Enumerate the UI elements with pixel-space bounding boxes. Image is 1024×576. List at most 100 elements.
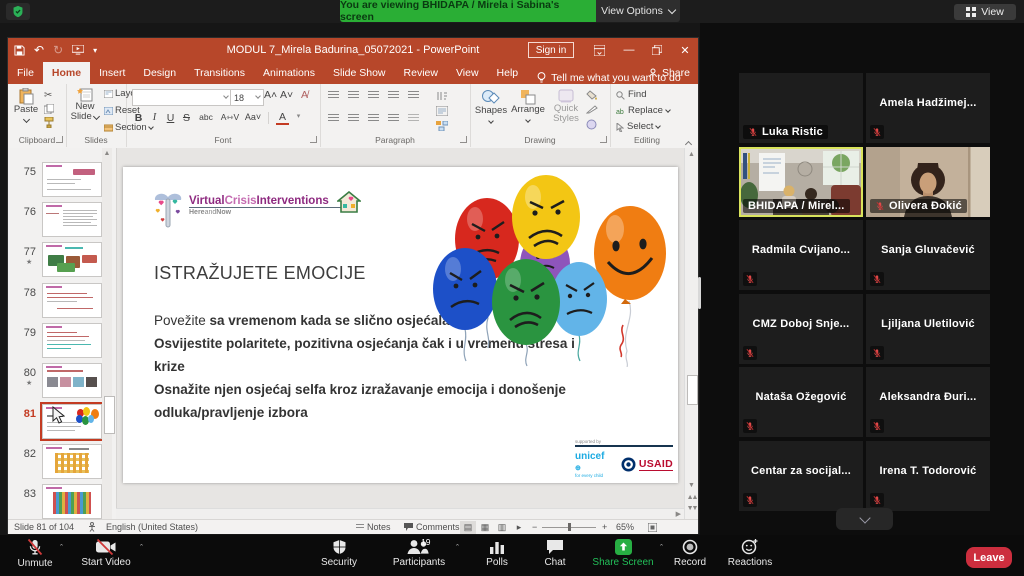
comments-button[interactable]: Comments <box>404 520 460 534</box>
paragraph-dialog-launcher[interactable] <box>460 136 467 143</box>
scroll-up-icon[interactable]: ▲ <box>685 151 698 158</box>
participant-tile-aleksandra[interactable]: Aleksandra Đuri... <box>866 367 990 437</box>
tab-design[interactable]: Design <box>134 62 185 84</box>
participant-tile-natasa[interactable]: Nataša Ožegović <box>739 367 863 437</box>
tab-home[interactable]: Home <box>43 62 90 84</box>
find-button[interactable]: Find <box>616 90 646 100</box>
fit-slide-to-window-icon[interactable] <box>648 520 657 534</box>
justify-icon[interactable] <box>388 114 399 122</box>
slide-sorter-view-button[interactable]: ▦ <box>477 521 493 534</box>
participant-tile-amela[interactable]: Amela Hadžimej... <box>866 73 990 143</box>
meeting-security-shield-icon[interactable] <box>6 3 30 20</box>
shrink-font-icon[interactable]: A˅ <box>280 89 293 101</box>
view-options-button[interactable]: View Options <box>596 0 680 22</box>
participant-tile-luka[interactable]: Luka Ristic <box>739 73 863 143</box>
tab-insert[interactable]: Insert <box>90 62 134 84</box>
scroll-right-icon[interactable]: ▶ <box>676 510 681 518</box>
scroll-up-icon[interactable]: ▲ <box>102 150 112 157</box>
tab-animations[interactable]: Animations <box>254 62 324 84</box>
change-case-icon[interactable]: Aa˅ <box>244 112 262 122</box>
tab-transitions[interactable]: Transitions <box>185 62 254 84</box>
language-status[interactable]: English (United States) <box>106 520 198 534</box>
record-button[interactable]: Record <box>666 538 714 568</box>
unmute-button[interactable]: Unmute <box>12 538 58 569</box>
increase-indent-icon[interactable] <box>388 91 399 99</box>
format-painter-icon[interactable] <box>44 117 54 128</box>
security-button[interactable]: Security <box>314 538 364 568</box>
text-shadow-icon[interactable]: abc <box>196 112 216 122</box>
font-size-select[interactable]: 18 <box>230 89 264 106</box>
share-options-caret[interactable]: ˆ <box>660 543 663 553</box>
participant-tile-centar[interactable]: Centar za socijal... <box>739 441 863 511</box>
zoom-in-button[interactable]: + <box>602 520 607 534</box>
numbering-icon[interactable] <box>348 91 359 99</box>
slide-thumbnail-78[interactable] <box>42 283 102 318</box>
view-button[interactable]: View <box>954 4 1016 20</box>
redo-icon[interactable]: ↻ <box>53 43 63 57</box>
align-center-icon[interactable] <box>348 114 359 122</box>
start-slideshow-icon[interactable] <box>72 45 84 55</box>
participant-tile-bhidapa-active-speaker[interactable]: BHIDAPA / Mirel... <box>739 147 863 217</box>
new-slide-button[interactable]: New Slide <box>68 88 102 122</box>
close-button[interactable]: ✕ <box>672 38 698 62</box>
paste-button[interactable]: Paste <box>12 88 40 125</box>
participant-tile-irena[interactable]: Irena T. Todorović <box>866 441 990 511</box>
columns-icon[interactable] <box>408 114 419 122</box>
text-direction-icon[interactable] <box>436 90 448 102</box>
bold-icon[interactable]: B <box>132 112 145 124</box>
notes-button[interactable]: Notes <box>356 520 391 534</box>
scroll-down-icon[interactable]: ▼ <box>685 482 698 489</box>
thumbnail-scroll-thumb[interactable] <box>104 396 115 434</box>
editor-vertical-scrollbar[interactable]: ▲ ▼ ▲▲ ▼▼ <box>684 148 698 519</box>
slide-thumbnail-77[interactable] <box>42 242 102 277</box>
font-name-select[interactable] <box>132 89 232 106</box>
polls-button[interactable]: Polls <box>474 538 520 568</box>
slide-thumbnail-76[interactable] <box>42 202 102 237</box>
quick-styles-button[interactable]: Quick Styles <box>548 89 584 124</box>
shape-fill-icon[interactable] <box>586 90 598 100</box>
editor-scroll-thumb[interactable] <box>687 375 698 405</box>
undo-icon[interactable]: ↶ <box>34 43 44 57</box>
cut-icon[interactable]: ✂ <box>44 90 52 101</box>
clear-formatting-icon[interactable]: A̸ <box>298 89 311 101</box>
smartart-convert-icon[interactable] <box>436 121 448 131</box>
character-spacing-icon[interactable]: A⇿V <box>220 112 240 123</box>
tab-help[interactable]: Help <box>488 62 528 84</box>
font-color-caret[interactable]: ▾ <box>292 112 305 120</box>
accessibility-icon[interactable] <box>88 520 96 534</box>
unmute-options-caret[interactable]: ˆ <box>60 543 63 553</box>
zoom-out-button[interactable]: − <box>532 520 537 534</box>
clipboard-dialog-launcher[interactable] <box>56 136 63 143</box>
video-options-caret[interactable]: ˆ <box>140 543 143 553</box>
thumbnail-scrollbar[interactable]: ▲ <box>102 148 112 519</box>
leave-button[interactable]: Leave <box>966 547 1012 568</box>
participants-button[interactable]: 19 Participants <box>388 538 450 568</box>
drawing-dialog-launcher[interactable] <box>600 136 607 143</box>
ribbon-display-options-icon[interactable] <box>586 38 612 62</box>
participant-tile-cmz-doboj[interactable]: CMZ Doboj Snje... <box>739 294 863 364</box>
sign-in-button[interactable]: Sign in <box>528 42 574 58</box>
decrease-indent-icon[interactable] <box>368 91 379 99</box>
zoom-slider[interactable] <box>542 520 596 534</box>
reactions-button[interactable]: Reactions <box>722 538 778 568</box>
select-button[interactable]: Select <box>616 122 660 132</box>
slideshow-view-button[interactable]: ▸ <box>511 521 527 534</box>
shape-outline-icon[interactable] <box>586 105 598 114</box>
slide-thumbnail-75[interactable] <box>42 162 102 197</box>
minimize-button[interactable]: — <box>616 38 642 62</box>
tab-slideshow[interactable]: Slide Show <box>324 62 395 84</box>
slide-thumbnail-83[interactable] <box>42 484 102 519</box>
zoom-percent[interactable]: 65% <box>616 520 634 534</box>
reading-view-button[interactable]: ▥ <box>494 521 510 534</box>
tab-file[interactable]: File <box>8 62 43 84</box>
align-text-icon[interactable] <box>436 106 448 116</box>
replace-button[interactable]: ab Replace <box>616 106 670 116</box>
line-spacing-icon[interactable] <box>408 91 419 99</box>
italic-icon[interactable]: I <box>148 112 161 123</box>
restore-button[interactable] <box>644 38 670 62</box>
chat-button[interactable]: Chat <box>534 538 576 568</box>
shape-effects-icon[interactable] <box>586 119 597 130</box>
participants-options-caret[interactable]: ˆ <box>456 543 459 553</box>
next-slide-button[interactable]: ▼▼ <box>685 505 698 512</box>
previous-slide-button[interactable]: ▲▲ <box>685 494 698 501</box>
